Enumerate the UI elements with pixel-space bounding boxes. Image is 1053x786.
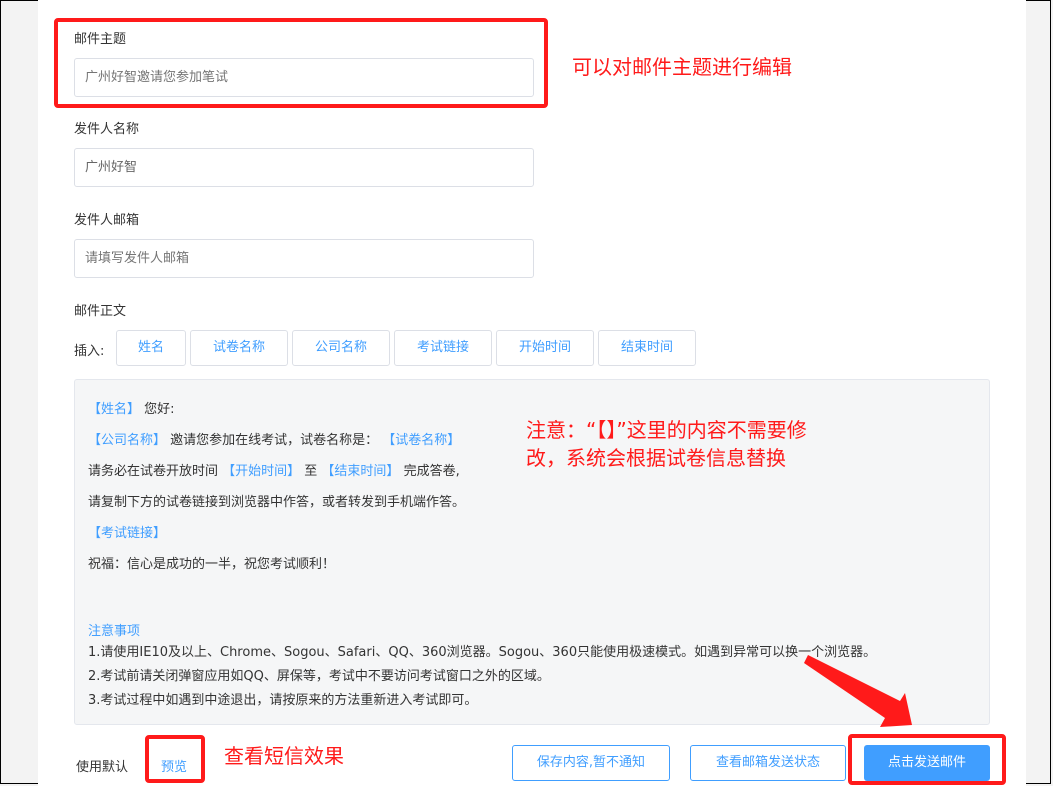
body-line-time: 请务必在试卷开放时间 【开始时间】 至 【结束时间】 完成答卷,: [88, 464, 460, 479]
body-line-blessing: 祝福：信心是成功的一半，祝您考试顺利！: [88, 557, 336, 572]
tag-name: 【姓名】: [88, 402, 141, 417]
arrow-shape: [804, 655, 912, 727]
preview-highlight-box: [145, 735, 205, 783]
tag-exam-link: 【考试链接】: [88, 526, 167, 541]
body-annotation-line1: 注意：“【】”这里的内容不需要修: [526, 418, 807, 442]
insert-start-time-button[interactable]: 开始时间: [496, 330, 594, 366]
body-annotation-line2: 改，系统会根据试卷信息替换: [526, 446, 786, 470]
preview-annotation: 查看短信效果: [224, 744, 344, 768]
sender-email-input[interactable]: [74, 239, 534, 278]
notes-title: 注意事项: [88, 624, 141, 639]
note-3: 3.考试过程中如遇到中途退出，请按原来的方法重新进入考试即可。: [88, 693, 478, 708]
note-1: 1.请使用IE10及以上、Chrome、Sogou、Safari、QQ、360浏…: [88, 645, 877, 660]
sender-name-input[interactable]: 广州好智: [74, 148, 534, 187]
arrow-icon: [804, 655, 912, 727]
send-highlight-box: [848, 734, 1006, 785]
save-without-notify-button[interactable]: 保存内容,暂不通知: [512, 745, 670, 781]
use-default-label: 使用默认: [76, 760, 129, 775]
body-label: 邮件正文: [74, 304, 127, 319]
insert-end-time-button[interactable]: 结束时间: [598, 330, 696, 366]
body-line-instructions: 请复制下方的试卷链接到浏览器中作答，或者转发到手机端作答。: [88, 495, 466, 510]
note-2: 2.考试前请关闭弹窗应用如QQ、屏保等，考试中不要访问考试窗口之外的区域。: [88, 669, 550, 684]
body-line-invite: 【公司名称】 邀请您参加在线考试，试卷名称是： 【试卷名称】: [88, 433, 461, 448]
tag-company-name: 【公司名称】: [88, 433, 167, 448]
subject-annotation: 可以对邮件主题进行编辑: [572, 55, 792, 79]
insert-label: 插入:: [74, 344, 105, 359]
tag-end-time: 【结束时间】: [321, 464, 400, 479]
subject-highlight-box: [54, 18, 548, 108]
body-line-greeting: 【姓名】 您好:: [88, 402, 175, 417]
insert-exam-link-button[interactable]: 考试链接: [394, 330, 492, 366]
check-email-status-button[interactable]: 查看邮箱发送状态: [690, 745, 846, 781]
tag-start-time: 【开始时间】: [222, 464, 301, 479]
insert-paper-name-button[interactable]: 试卷名称: [190, 330, 288, 366]
body-line-link: 【考试链接】: [88, 522, 166, 541]
tag-paper-name: 【试卷名称】: [378, 433, 461, 448]
insert-company-name-button[interactable]: 公司名称: [292, 330, 390, 366]
insert-name-button[interactable]: 姓名: [116, 330, 186, 366]
sender-email-label: 发件人邮箱: [74, 213, 140, 228]
sender-name-label: 发件人名称: [74, 122, 140, 137]
